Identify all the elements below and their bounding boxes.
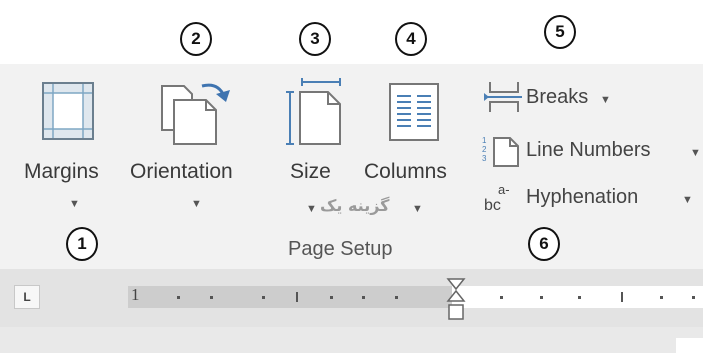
hyphenation-icon: a- bc [484, 182, 510, 214]
svg-text:1: 1 [482, 136, 487, 145]
ruler-tick-major [296, 292, 298, 302]
ruler-tick [540, 296, 543, 299]
orientation-label: Orientation [130, 160, 233, 183]
annotation-badge-2: 2 [180, 22, 212, 56]
hyphenation-label: Hyphenation [526, 186, 639, 208]
margins-icon [42, 82, 94, 140]
svg-text:2: 2 [482, 145, 487, 154]
document-area [0, 327, 703, 353]
ruler-tick [660, 296, 663, 299]
size-dropdown-arrow: ▼ [306, 203, 317, 215]
ruler-tick [177, 296, 180, 299]
svg-text:bc: bc [484, 197, 501, 214]
margins-dropdown-arrow: ▼ [69, 198, 80, 210]
svg-text:a-: a- [498, 182, 510, 197]
tab-selector-button[interactable]: L [14, 285, 40, 309]
breaks-label: Breaks [526, 86, 589, 108]
line-numbers-icon: 1 2 3 [482, 136, 519, 167]
document-page [676, 338, 703, 353]
ruler-tick [692, 296, 695, 299]
breaks-icon [484, 82, 522, 112]
watermark-text: گزینه یک [320, 196, 390, 215]
ruler-number: 1 [131, 285, 140, 304]
ruler-tick [500, 296, 503, 299]
size-icon [286, 78, 341, 145]
columns-icon [389, 83, 439, 141]
hyphenation-dropdown-arrow: ▼ [682, 194, 693, 206]
annotation-badge-6: 6 [528, 227, 560, 261]
ruler-tick [210, 296, 213, 299]
annotation-badge-5: 5 [544, 15, 576, 49]
annotation-badge-3: 3 [299, 22, 331, 56]
annotation-badge-1: 1 [66, 227, 98, 261]
tab-selector-label: L [23, 290, 31, 304]
line-numbers-dropdown-arrow: ▼ [690, 147, 701, 159]
ruler-tick [395, 296, 398, 299]
columns-label: Columns [364, 160, 447, 183]
ruler-tick [330, 296, 333, 299]
orientation-icon [161, 83, 230, 145]
ruler-tick [578, 296, 581, 299]
size-label: Size [290, 160, 331, 183]
breaks-dropdown-arrow: ▼ [600, 94, 611, 106]
margins-label: Margins [24, 160, 99, 183]
page-setup-group-label: Page Setup [288, 238, 393, 260]
columns-dropdown-arrow: ▼ [412, 203, 423, 215]
ruler-tick [262, 296, 265, 299]
orientation-dropdown-arrow: ▼ [191, 198, 202, 210]
ruler-tick-major [621, 292, 623, 302]
line-numbers-label: Line Numbers [526, 139, 651, 161]
ruler-tick [362, 296, 365, 299]
indent-marker-icon[interactable] [446, 277, 466, 323]
svg-text:3: 3 [482, 154, 487, 163]
annotation-badge-4: 4 [395, 22, 427, 56]
